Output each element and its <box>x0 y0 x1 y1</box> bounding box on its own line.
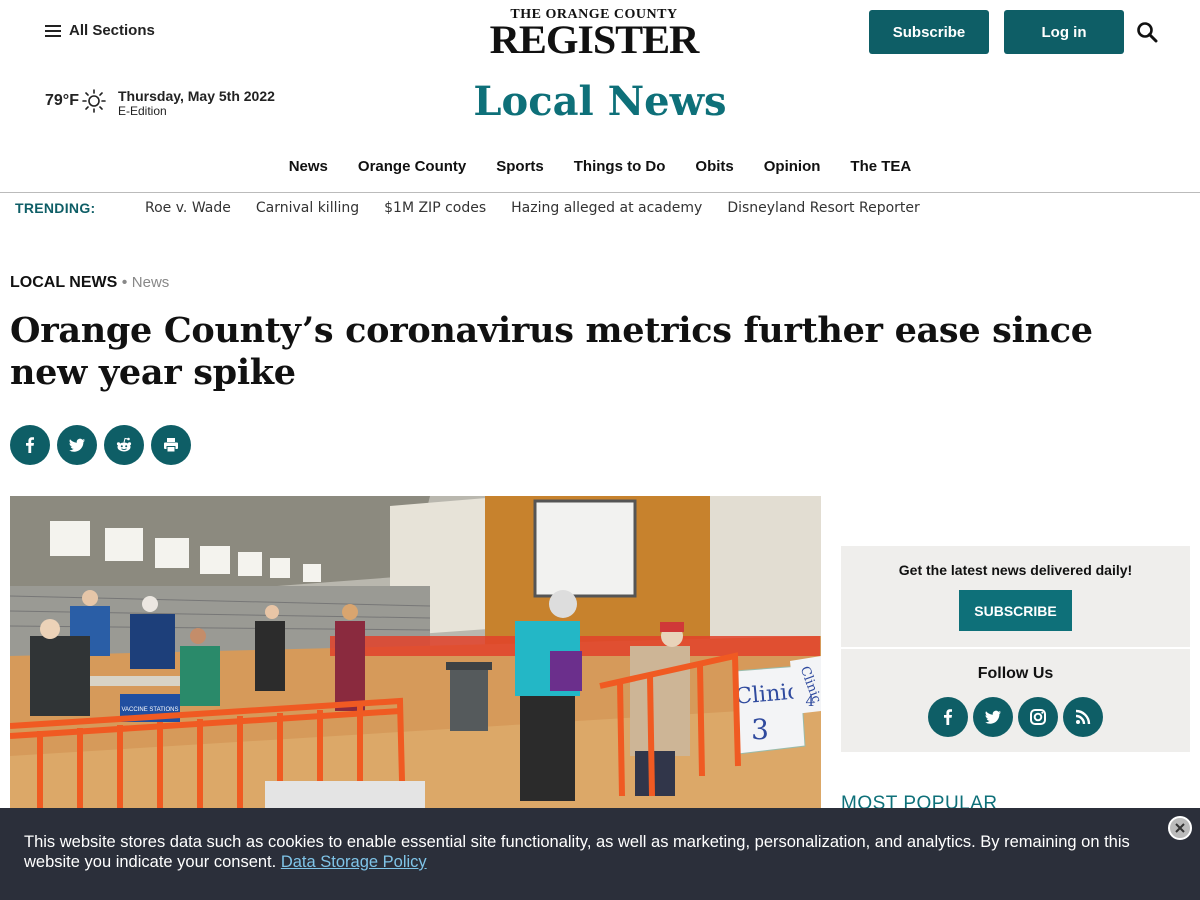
login-button[interactable]: Log in <box>1004 10 1124 54</box>
vaccine-stations-banner: VACCINE STATIONS <box>121 707 178 713</box>
trending-label: TRENDING: <box>15 200 96 216</box>
share-facebook-button[interactable] <box>10 425 50 465</box>
cookie-text-block: This website stores data such as cookies… <box>24 832 1174 872</box>
search-icon[interactable] <box>1136 21 1158 43</box>
site-logo[interactable]: THE ORANGE COUNTY REGISTER <box>482 8 706 60</box>
nav-item-sports[interactable]: Sports <box>481 158 559 175</box>
share-buttons <box>10 425 191 465</box>
print-icon <box>164 438 178 453</box>
article-headline: Orange County’s coronavirus metrics furt… <box>10 310 1093 393</box>
subscribe-button[interactable]: Subscribe <box>869 10 989 54</box>
nav-item-things-to-do[interactable]: Things to Do <box>559 158 681 175</box>
kicker-section-link[interactable]: LOCAL NEWS <box>10 274 117 291</box>
main-nav: News Orange County Sports Things to Do O… <box>0 158 1200 175</box>
twitter-icon <box>985 710 1001 724</box>
nav-item-news[interactable]: News <box>274 158 343 175</box>
nav-item-orange-county[interactable]: Orange County <box>343 158 481 175</box>
kicker-subsection-link[interactable]: News <box>132 274 170 291</box>
newsletter-divider <box>841 647 1190 649</box>
nav-divider <box>0 192 1200 193</box>
section-title[interactable]: Local News <box>0 78 1200 125</box>
cookie-message: This website stores data such as cookies… <box>24 833 1130 871</box>
follow-us-title: Follow Us <box>977 665 1054 682</box>
data-storage-policy-link[interactable]: Data Storage Policy <box>281 853 427 871</box>
follow-rss-button[interactable] <box>1063 697 1103 737</box>
follow-twitter-button[interactable] <box>973 697 1013 737</box>
newsletter-subscribe-button[interactable]: SUBSCRIBE <box>959 590 1072 631</box>
share-reddit-button[interactable] <box>104 425 144 465</box>
trending-bar: TRENDING: Roe v. Wade Carnival killing $… <box>15 200 945 216</box>
clinic4-sign-number: 4 <box>806 694 815 710</box>
all-sections-label: All Sections <box>69 22 155 39</box>
facebook-icon <box>944 709 952 725</box>
close-icon <box>1175 823 1185 833</box>
site-header: All Sections THE ORANGE COUNTY REGISTER … <box>0 0 1200 64</box>
logo-main-text: REGISTER <box>489 17 700 62</box>
follow-instagram-button[interactable] <box>1018 697 1058 737</box>
trending-item[interactable]: Disneyland Resort Reporter <box>727 200 919 216</box>
clinic-sign-number: 3 <box>751 713 769 746</box>
trending-item[interactable]: $1M ZIP codes <box>384 200 486 216</box>
all-sections-menu-button[interactable]: All Sections <box>45 22 155 39</box>
follow-facebook-button[interactable] <box>928 697 968 737</box>
trending-item[interactable]: Roe v. Wade <box>145 200 231 216</box>
trending-item[interactable]: Carnival killing <box>256 200 359 216</box>
cookie-banner: This website stores data such as cookies… <box>0 808 1200 900</box>
rss-icon <box>1075 709 1091 725</box>
newsletter-box: Get the latest news delivered daily! SUB… <box>841 546 1190 752</box>
trending-item[interactable]: Hazing alleged at academy <box>511 200 702 216</box>
facebook-icon <box>26 437 34 453</box>
reddit-icon <box>116 437 132 452</box>
print-button[interactable] <box>151 425 191 465</box>
kicker-separator: • <box>117 274 132 291</box>
article-kicker: LOCAL NEWS • News <box>10 274 169 292</box>
nav-item-obits[interactable]: Obits <box>680 158 748 175</box>
hamburger-icon <box>45 24 61 37</box>
twitter-icon <box>69 438 85 452</box>
nav-item-the-tea[interactable]: The TEA <box>835 158 926 175</box>
instagram-icon <box>1030 709 1046 725</box>
share-twitter-button[interactable] <box>57 425 97 465</box>
follow-us-buttons <box>928 697 1103 737</box>
newsletter-title: Get the latest news delivered daily! <box>898 562 1133 578</box>
nav-item-opinion[interactable]: Opinion <box>749 158 836 175</box>
cookie-close-button[interactable] <box>1168 816 1192 840</box>
